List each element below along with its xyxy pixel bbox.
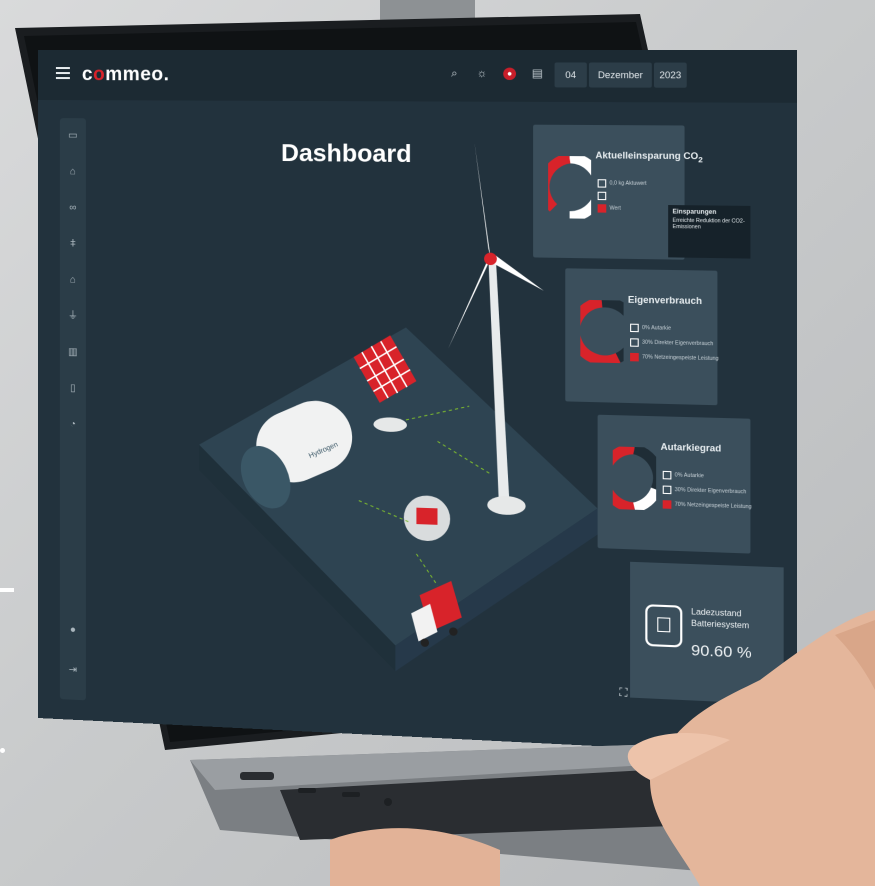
row-label: 30% Direkter Eigenverbrauch — [642, 339, 714, 348]
month-select[interactable]: Dezember — [588, 62, 652, 88]
co2-savings-card[interactable]: Aktuelleinsparung CO2 0,0 kg Aktuwert We… — [533, 124, 703, 260]
row-label: 70% Netzeingespeiste Leistung — [642, 354, 719, 363]
date-selector: 04 Dezember 2023 — [554, 62, 687, 88]
energy-scene: Hydrogen — [199, 142, 598, 681]
flag-icon[interactable] — [503, 67, 517, 81]
tower-icon[interactable]: ǂ — [67, 238, 79, 250]
row-label: 0,0 kg Aktuwert — [609, 180, 647, 187]
logout-icon[interactable]: ⇥ — [67, 664, 79, 677]
year-select[interactable]: 2023 — [653, 62, 687, 88]
monitor-icon[interactable]: ▭ — [67, 130, 79, 142]
left-hand — [330, 828, 500, 886]
sidebar: ▭ ⌂ ∞ ǂ ⌂ ⏚ ▥ ▯ ◔ ● ⇥ — [59, 118, 86, 701]
hamburger-menu-icon[interactable] — [55, 67, 70, 80]
search-icon[interactable]: ⌕ — [448, 68, 461, 80]
row-label: Wert — [609, 205, 621, 212]
row-label: 0% Autarkie — [674, 472, 704, 480]
savings-tooltip: Einsparungen Erreichte Reduktion der CO2… — [668, 205, 751, 259]
self-consumption-donut-chart — [580, 300, 623, 363]
row-label: 70% Netzeingespeiste Leistung — [674, 501, 752, 511]
autarky-card[interactable]: Autarkiegrad 0% Autarkie 30% Direkter Ei… — [597, 414, 752, 554]
link-icon[interactable]: ∞ — [67, 202, 79, 214]
home-icon[interactable]: ⌂ — [67, 274, 79, 286]
house-icon[interactable]: ⌂ — [67, 166, 79, 178]
sun-icon[interactable]: ☼ — [476, 68, 489, 80]
self-consumption-card[interactable]: Eigenverbrauch 0% Autarkie 30% Direkter … — [565, 268, 719, 406]
plug-icon[interactable]: ⏚ — [67, 311, 79, 323]
card-title: Autarkiegrad — [660, 441, 722, 454]
row-label: 30% Direkter Eigenverbrauch — [674, 486, 747, 496]
card-title: Eigenverbrauch — [627, 294, 703, 307]
top-bar: commeo. ⌕ ☼ ▤ 04 Dezember 2023 — [38, 50, 797, 103]
right-hand — [627, 610, 875, 886]
bell-icon[interactable]: ● — [67, 624, 79, 637]
day-select[interactable]: 04 — [554, 62, 587, 88]
card-title: Aktuelleinsparung CO2 — [595, 150, 703, 165]
gauge-icon[interactable]: ◔ — [67, 419, 79, 431]
co2-donut-chart — [548, 156, 591, 219]
row-label: 0% Autarkie — [642, 324, 672, 332]
calendar-icon[interactable]: ▤ — [531, 68, 544, 80]
tooltip-title: Einsparungen — [672, 209, 717, 217]
commeo-logo: commeo. — [81, 64, 170, 86]
autarky-donut-chart — [613, 446, 656, 510]
chart-icon[interactable]: ▥ — [67, 347, 79, 359]
tablet-icon[interactable]: ▯ — [67, 383, 79, 395]
tooltip-body: Erreichte Reduktion der CO2-Emissionen — [672, 217, 745, 231]
